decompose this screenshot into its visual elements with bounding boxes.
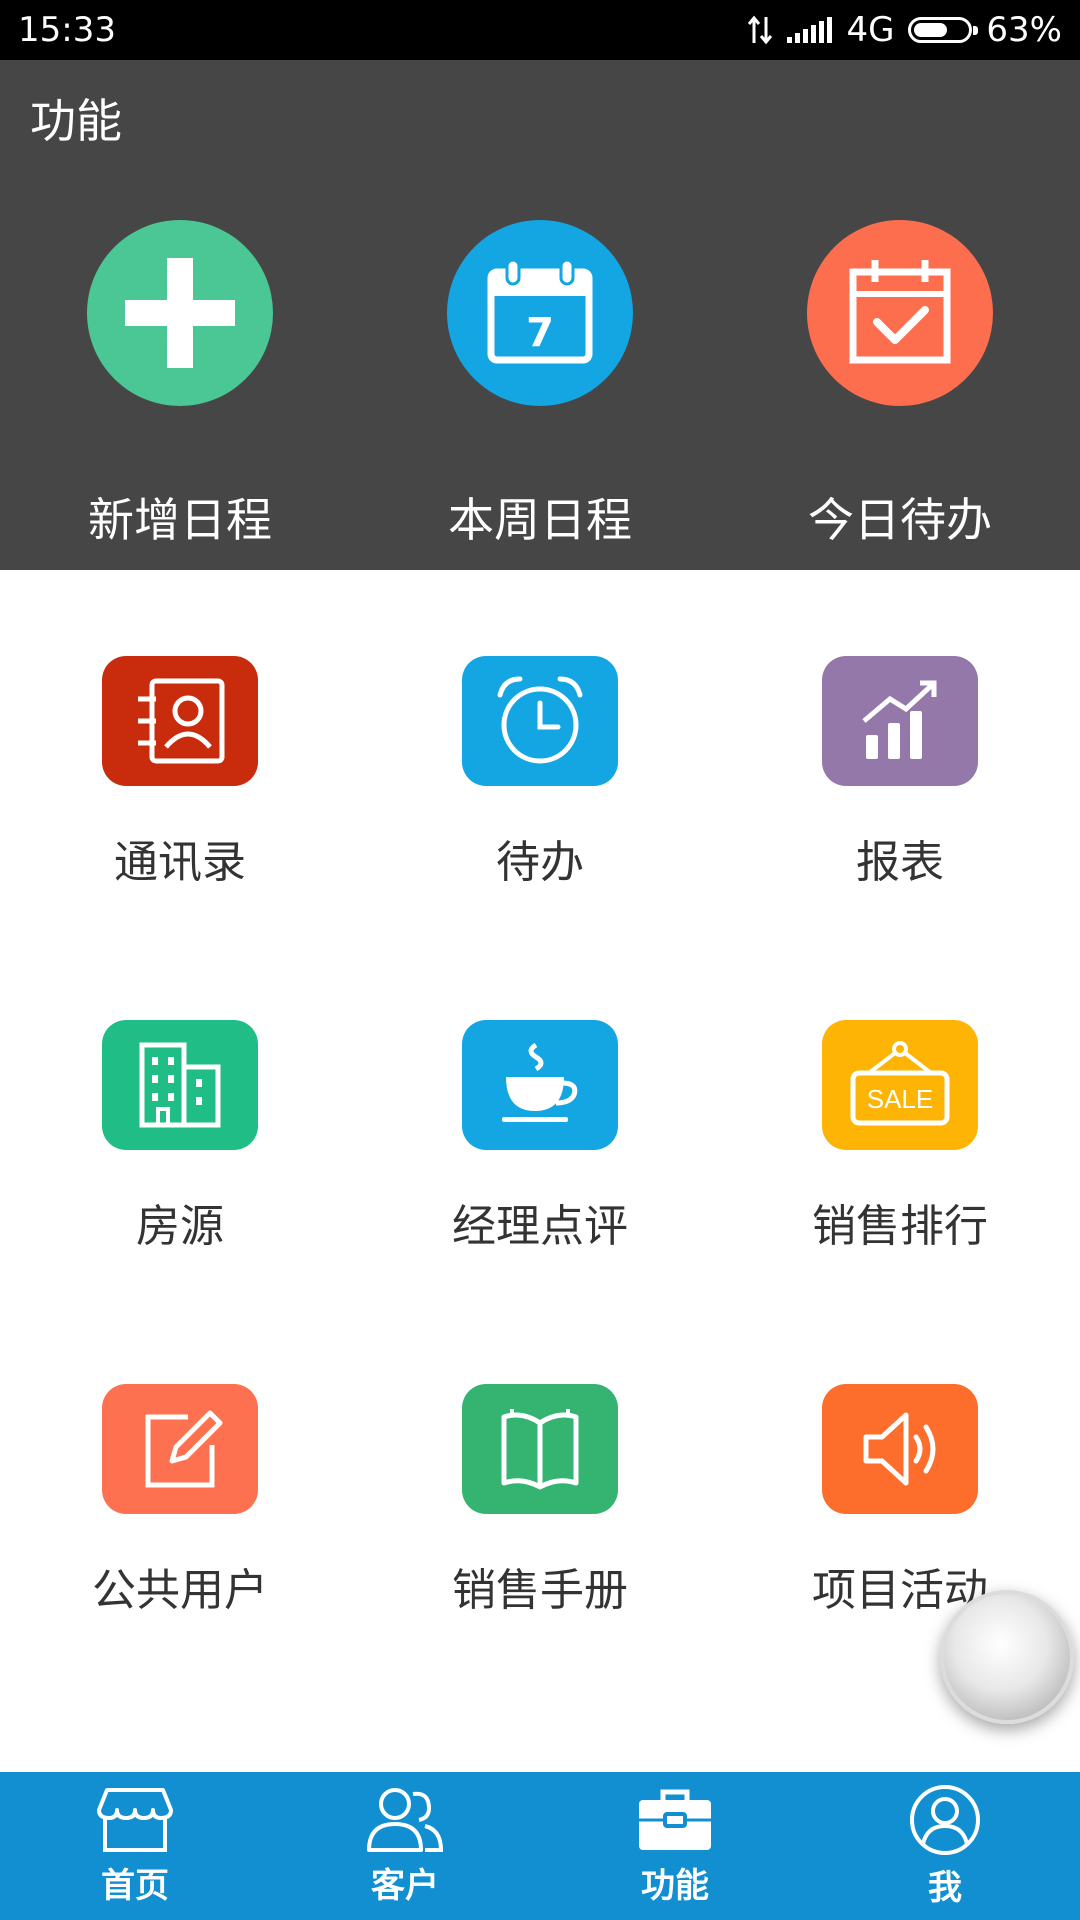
tile-label: 待办 — [496, 837, 584, 888]
floating-assistive-button[interactable] — [940, 1590, 1074, 1724]
network-type: 4G — [846, 10, 895, 50]
building-icon — [139, 1042, 221, 1128]
tile-label: 销售手册 — [452, 1565, 628, 1616]
grid-item-manager-review[interactable]: 经理点评 — [360, 1020, 720, 1254]
sale-sign-text: SALE — [867, 1084, 934, 1114]
quick-actions: 新增日程 7 本周日程 今日待办 — [0, 220, 1080, 550]
grid-item-contacts[interactable]: 通讯录 — [0, 656, 360, 890]
tile-icon-bg — [822, 656, 978, 786]
function-grid: 通讯录 待办 报表 房源 经理点评 SALE 销售排行 公共用户 销售手册 项目… — [0, 656, 1080, 1618]
quick-action-label: 本周日程 — [448, 493, 632, 547]
quick-action-label: 今日待办 — [808, 493, 992, 547]
tile-label: 经理点评 — [452, 1201, 628, 1252]
calendar-day: 7 — [526, 310, 554, 356]
tile-icon-bg — [462, 1020, 618, 1150]
quick-action-label: 新增日程 — [88, 493, 272, 547]
bottom-nav: 首页 客户 功能 我 — [0, 1772, 1080, 1920]
store-icon — [97, 1787, 173, 1852]
page-title: 功能 — [30, 94, 122, 148]
quick-action-week-schedule[interactable]: 7 本周日程 — [360, 220, 720, 550]
plus-icon — [125, 258, 235, 368]
grid-item-todo[interactable]: 待办 — [360, 656, 720, 890]
grid-item-project-activities[interactable]: 项目活动 — [720, 1384, 1080, 1618]
edit-icon — [145, 1410, 223, 1488]
book-icon — [501, 1409, 579, 1490]
tile-icon-bg — [102, 656, 258, 786]
nav-tab-me[interactable]: 我 — [825, 1784, 1065, 1909]
tile-icon-bg — [822, 1384, 978, 1514]
coffee-cup-icon — [502, 1042, 578, 1122]
chart-icon — [862, 680, 937, 759]
tile-icon-bg — [102, 1020, 258, 1150]
nav-tab-customers[interactable]: 客户 — [285, 1786, 525, 1907]
quick-action-icon-bg — [807, 220, 993, 406]
contacts-icon — [138, 678, 225, 764]
grid-item-reports[interactable]: 报表 — [720, 656, 1080, 890]
tile-icon-bg — [462, 656, 618, 786]
grid-item-public-users[interactable]: 公共用户 — [0, 1384, 360, 1618]
grid-item-listings[interactable]: 房源 — [0, 1020, 360, 1254]
user-icon — [910, 1784, 980, 1855]
status-indicators: 4G 63% — [747, 10, 1062, 50]
tile-icon-bg: SALE — [822, 1020, 978, 1150]
quick-action-icon-bg: 7 — [447, 220, 633, 406]
tile-icon-bg — [462, 1384, 618, 1514]
nav-label: 功能 — [641, 1865, 709, 1906]
header-panel: 功能 新增日程 7 本周日程 今日待办 — [0, 60, 1080, 570]
nav-tab-home[interactable]: 首页 — [15, 1786, 255, 1907]
app-root: 15:33 4G 63% 功能 新增日程 7 本周日程 今日待办 通讯录 待办 … — [0, 0, 1080, 1920]
toolbox-icon — [639, 1789, 711, 1850]
quick-action-icon-bg — [87, 220, 273, 406]
status-time: 15:33 — [18, 10, 116, 50]
calendar-check-icon — [849, 260, 951, 364]
battery-level — [914, 23, 948, 37]
nav-label: 首页 — [101, 1865, 169, 1906]
sale-sign-icon: SALE — [850, 1041, 950, 1126]
battery-icon — [908, 17, 979, 43]
grid-item-sales-ranking[interactable]: SALE 销售排行 — [720, 1020, 1080, 1254]
tile-label: 通讯录 — [114, 837, 246, 888]
battery-percent: 63% — [986, 10, 1062, 50]
grid-item-sales-manual[interactable]: 销售手册 — [360, 1384, 720, 1618]
tile-label: 房源 — [136, 1201, 224, 1252]
signal-icon — [787, 17, 833, 43]
customers-icon — [367, 1787, 444, 1852]
tile-label: 销售排行 — [812, 1201, 988, 1252]
quick-action-new-schedule[interactable]: 新增日程 — [0, 220, 360, 550]
quick-action-today-todo[interactable]: 今日待办 — [720, 220, 1080, 550]
nav-tab-functions[interactable]: 功能 — [555, 1786, 795, 1907]
tile-label: 报表 — [856, 837, 944, 888]
tile-icon-bg — [102, 1384, 258, 1514]
status-bar: 15:33 4G 63% — [0, 0, 1080, 60]
nav-label: 我 — [928, 1867, 962, 1908]
calendar-icon: 7 — [487, 258, 593, 364]
speaker-icon — [863, 1412, 936, 1486]
data-transfer-icon — [748, 15, 773, 45]
nav-label: 客户 — [371, 1865, 439, 1906]
tile-label: 公共用户 — [92, 1565, 268, 1616]
alarm-clock-icon — [497, 676, 583, 764]
